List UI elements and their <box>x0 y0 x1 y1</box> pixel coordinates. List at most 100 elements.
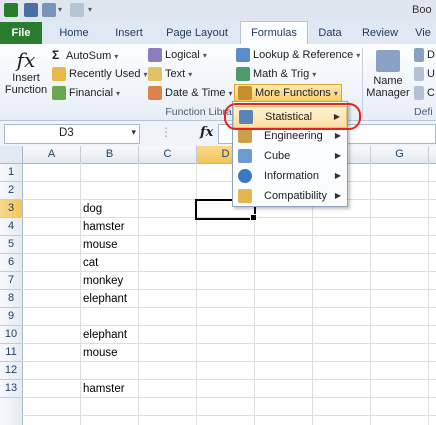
row-header-2[interactable]: 2 <box>0 182 23 200</box>
date-time-button[interactable]: Date & Time ▾ <box>148 84 233 102</box>
recently-used-button[interactable]: Recently Used ▾ <box>52 65 148 83</box>
tab-insert[interactable]: Insert <box>103 22 155 44</box>
chevron-down-icon: ▾ <box>116 89 121 98</box>
tab-page-layout[interactable]: Page Layout <box>158 22 236 44</box>
menu-item-label: Information <box>264 170 320 182</box>
cell-b11[interactable]: mouse <box>83 347 118 359</box>
column-header-c[interactable]: C <box>139 146 197 164</box>
recently-used-label: Recently Used <box>69 68 141 80</box>
cell-b3[interactable]: dog <box>83 203 102 215</box>
sigma-icon: Σ <box>52 48 60 62</box>
cell-b6[interactable]: cat <box>83 257 98 269</box>
row-header-9[interactable]: 9 <box>0 308 23 326</box>
math-trig-button[interactable]: Math & Trig ▾ <box>236 65 316 83</box>
row-header-13[interactable]: 13 <box>0 380 23 398</box>
column-header-g[interactable]: G <box>371 146 429 164</box>
define-name-label: D <box>427 49 435 61</box>
use-in-formula-button[interactable]: U <box>414 65 435 83</box>
name-manager-icon <box>376 50 400 72</box>
row-header-4[interactable]: 4 <box>0 218 23 236</box>
name-manager-button[interactable]: Name Manager <box>366 50 410 104</box>
use-in-formula-label: U <box>427 68 435 80</box>
row-header-7[interactable]: 7 <box>0 272 23 290</box>
chevron-right-icon: ▶ <box>334 191 341 200</box>
cell-b13[interactable]: hamster <box>83 383 125 395</box>
cube-icon <box>238 149 252 163</box>
cell-b7[interactable]: monkey <box>83 275 123 287</box>
undo-icon[interactable] <box>42 3 56 17</box>
fx-icon: fx <box>16 48 36 72</box>
gridline <box>22 181 436 182</box>
menu-item-cube[interactable]: Cube ▶ <box>233 146 347 166</box>
name-manager-label-1: Name <box>373 75 403 87</box>
menu-item-compatibility[interactable]: Compatibility ▶ <box>233 186 347 206</box>
row-header-14-partial[interactable] <box>0 398 23 425</box>
autosum-button[interactable]: Σ AutoSum ▾ <box>52 46 118 64</box>
more-functions-button[interactable]: More Functions ▾ <box>234 84 342 102</box>
information-icon <box>238 169 252 183</box>
row-header-6[interactable]: 6 <box>0 254 23 272</box>
compatibility-icon <box>238 189 252 203</box>
cell-b8[interactable]: elephant <box>83 293 127 305</box>
row-header-5[interactable]: 5 <box>0 236 23 254</box>
column-header-b[interactable]: B <box>81 146 139 164</box>
define-name-button[interactable]: D <box>414 46 435 64</box>
chevron-down-icon: ▾ <box>333 89 338 98</box>
tab-view[interactable]: Vie <box>410 22 436 44</box>
cell-b4[interactable]: hamster <box>83 221 125 233</box>
formula-bar-grip-icon: ⋮ <box>160 125 172 139</box>
tab-formulas[interactable]: Formulas <box>240 21 308 45</box>
tab-review[interactable]: Review <box>356 22 404 44</box>
tab-file[interactable]: File <box>0 22 42 44</box>
quick-access-toolbar: ▾ ▾ Boo <box>0 0 436 23</box>
insert-function-label-2: Function <box>4 84 48 96</box>
menu-item-information[interactable]: Information ▶ <box>233 166 347 186</box>
insert-function-fx-button[interactable]: fx <box>200 125 213 140</box>
create-from-selection-label: C <box>427 87 435 99</box>
text-icon <box>148 67 162 82</box>
tab-data[interactable]: Data <box>312 22 348 44</box>
row-header-1[interactable]: 1 <box>0 164 23 182</box>
customize-qat-icon[interactable]: ▾ <box>88 3 96 17</box>
gridline <box>80 163 81 425</box>
financial-button[interactable]: Financial ▾ <box>52 84 120 102</box>
chevron-down-icon[interactable]: ▾ <box>131 127 136 138</box>
window-title: Boo <box>412 4 432 16</box>
row-header-3[interactable]: 3 <box>0 200 23 218</box>
lookup-reference-button[interactable]: Lookup & Reference ▾ <box>236 46 360 64</box>
math-trig-icon <box>236 67 250 82</box>
insert-function-label-1: Insert <box>12 72 40 84</box>
lookup-reference-label: Lookup & Reference <box>253 49 354 61</box>
row-header-8[interactable]: 8 <box>0 290 23 308</box>
select-all-corner[interactable] <box>0 146 23 164</box>
fill-handle[interactable] <box>250 214 257 221</box>
row-header-12[interactable]: 12 <box>0 362 23 380</box>
text-button[interactable]: Text ▾ <box>148 65 192 83</box>
logical-button[interactable]: Logical ▾ <box>148 46 207 64</box>
create-from-selection-button[interactable]: C <box>414 84 435 102</box>
chevron-down-icon: ▾ <box>143 70 148 79</box>
row-header-11[interactable]: 11 <box>0 344 23 362</box>
chevron-right-icon: ▶ <box>334 151 341 160</box>
undo-dropdown-icon[interactable]: ▾ <box>58 3 64 17</box>
gridline <box>370 163 371 425</box>
column-header-h-partial[interactable] <box>429 146 436 164</box>
annotation-highlight-circle <box>224 103 361 130</box>
insert-function-button[interactable]: fx Insert Function <box>4 48 48 104</box>
formula-bar: D3 ▾ ⋮ fx <box>0 121 436 147</box>
save-icon[interactable] <box>24 3 38 17</box>
row-header-10[interactable]: 10 <box>0 326 23 344</box>
name-box[interactable]: D3 ▾ <box>4 124 140 144</box>
gridline <box>22 343 436 344</box>
cell-b10[interactable]: elephant <box>83 329 127 341</box>
autosum-label: AutoSum <box>66 50 112 62</box>
date-time-label: Date & Time <box>165 87 226 99</box>
tab-home[interactable]: Home <box>48 22 100 44</box>
more-functions-label: More Functions <box>255 87 331 99</box>
use-in-formula-icon <box>414 67 424 82</box>
cell-b5[interactable]: mouse <box>83 239 118 251</box>
chevron-down-icon: ▾ <box>188 70 193 79</box>
worksheet-grid[interactable]: A B C D E F G 1 2 3 4 5 6 7 8 9 10 11 12… <box>0 146 436 425</box>
redo-icon[interactable] <box>70 3 84 17</box>
column-header-a[interactable]: A <box>23 146 81 164</box>
